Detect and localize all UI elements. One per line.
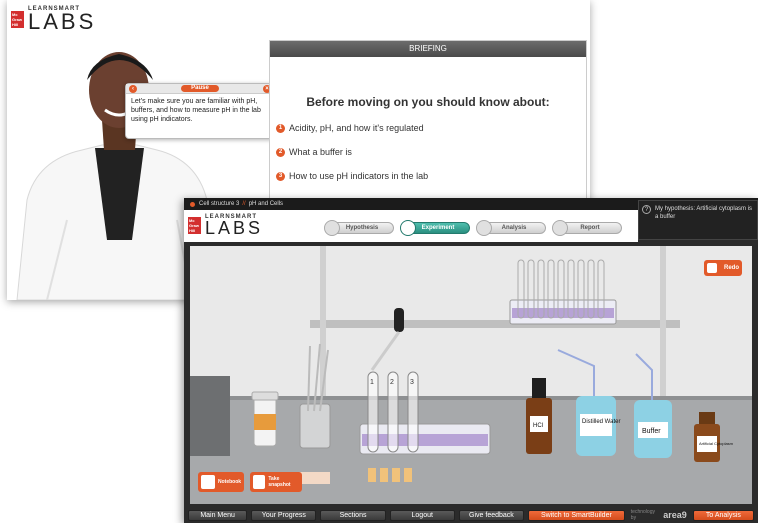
- tube-number: 2: [390, 379, 394, 386]
- cytoplasm-label: Artificial Cytoplasm: [699, 441, 734, 446]
- give-feedback-button[interactable]: Give feedback: [458, 509, 525, 521]
- main-menu-button[interactable]: Main Menu: [188, 509, 248, 521]
- learnsmart-labs-logo: Mc Graw Hill LEARNSMART LABS: [11, 6, 97, 34]
- item-number-badge: 1: [276, 123, 285, 133]
- breadcrumb-separator: //: [242, 201, 246, 207]
- analysis-step-icon: [476, 220, 492, 236]
- lab-equipment: 1 2 3 HCl Distilled Water Buffer Artific…: [190, 246, 752, 504]
- snapshot-button[interactable]: Take snapshot: [250, 472, 302, 492]
- briefing-item: 1 Acidity, pH, and how it's regulated: [276, 123, 586, 133]
- sink: [190, 376, 230, 456]
- mcgraw-hill-badge: Mc Graw Hill: [188, 217, 201, 234]
- hypothesis-step-icon: [324, 220, 340, 236]
- pause-dialog: ‹ Pause × Let's make sure you are famili…: [125, 83, 275, 139]
- item-text: Acidity, pH, and how it's regulated: [289, 123, 424, 133]
- step-analysis[interactable]: Analysis: [476, 220, 546, 236]
- step-progress: Hypothesis Experiment Analysis Report: [324, 220, 634, 236]
- notebook-button[interactable]: Notebook: [198, 472, 245, 492]
- item-text: How to use pH indicators in the lab: [289, 171, 429, 181]
- step-hypothesis[interactable]: Hypothesis: [324, 220, 394, 236]
- item-number-badge: 3: [276, 171, 285, 181]
- step-report[interactable]: Report: [552, 220, 622, 236]
- dialog-text: Let's make sure you are familiar with pH…: [131, 98, 261, 123]
- lab-scene: 1 2 3 HCl Distilled Water Buffer Artific…: [190, 246, 752, 504]
- status-dot-icon: [190, 201, 195, 207]
- item-number-badge: 2: [276, 147, 285, 157]
- back-arrow-icon[interactable]: ‹: [129, 84, 137, 93]
- hcl-label: HCl: [533, 423, 543, 429]
- sections-button[interactable]: Sections: [320, 509, 386, 521]
- ph-strips-container[interactable]: [251, 391, 279, 447]
- learnsmart-labs-logo: Mc Graw Hill LEARNSMART LABS: [188, 214, 263, 237]
- smartbuilder-button[interactable]: Switch to SmartBuilder: [528, 509, 625, 521]
- bottom-nav: Main Menu Your Progress Sections Logout …: [184, 507, 758, 523]
- briefing-title: Before moving on you should know about:: [306, 95, 550, 109]
- camera-icon: [253, 475, 266, 489]
- tube-number: 3: [410, 379, 414, 386]
- step-experiment[interactable]: Experiment: [400, 220, 470, 236]
- your-progress-button[interactable]: Your Progress: [251, 509, 317, 521]
- briefing-item: 3 How to use pH indicators in the lab: [276, 171, 586, 181]
- shelf: [310, 320, 680, 328]
- water-label: Distilled Water: [582, 419, 620, 425]
- report-step-icon: [552, 220, 568, 236]
- tube-number: 1: [370, 379, 374, 386]
- redo-icon: [707, 263, 717, 273]
- briefing-header: BRIEFING: [270, 41, 586, 57]
- lightbulb-icon: ?: [642, 205, 651, 214]
- briefing-item: 2 What a buffer is: [276, 147, 586, 157]
- item-text: What a buffer is: [289, 147, 352, 157]
- redo-button[interactable]: Redo: [704, 260, 742, 276]
- area9-logo: area9: [663, 510, 687, 520]
- experiment-step-icon: [400, 220, 416, 236]
- notebook-icon: [201, 475, 215, 489]
- breadcrumb-course[interactable]: Cell structure 3: [199, 201, 239, 207]
- pause-button[interactable]: Pause: [181, 85, 219, 92]
- logo-big-text: LABS: [205, 218, 264, 238]
- breadcrumb-topic: pH and Cells: [248, 201, 284, 207]
- hypothesis-text: My hypothesis: Artificial cytoplasm is a…: [655, 206, 753, 220]
- hypothesis-box: ? My hypothesis: Artificial cytoplasm is…: [638, 200, 758, 240]
- mcgraw-hill-badge: Mc Graw Hill: [11, 10, 24, 28]
- buffer-label: Buffer: [642, 428, 661, 435]
- experiment-header: Mc Graw Hill LEARNSMART LABS Hypothesis …: [184, 210, 638, 242]
- experiment-window: Cell structure 3 // pH and Cells Mc Graw…: [184, 198, 758, 523]
- logout-button[interactable]: Logout: [389, 509, 455, 521]
- powered-by-text: technology by: [630, 509, 655, 521]
- logo-big-text: LABS: [28, 9, 97, 34]
- to-analysis-button[interactable]: To Analysis: [692, 509, 755, 521]
